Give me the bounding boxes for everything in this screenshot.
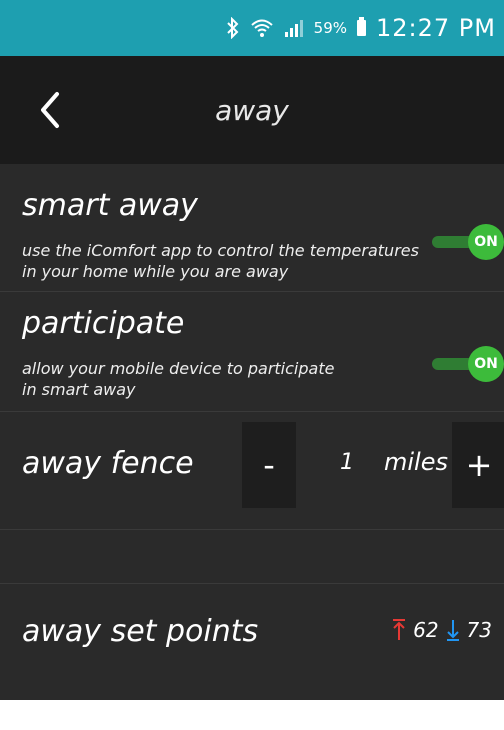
bottom-strip (0, 700, 504, 730)
screen: 59% 12:27 PM away smart away use the iCo… (0, 0, 504, 730)
arrow-up-icon (391, 618, 407, 642)
low-set-point: 73 (466, 618, 492, 642)
away-set-points-title: away set points (22, 614, 259, 649)
bluetooth-icon (226, 17, 240, 39)
smart-away-title: smart away (22, 188, 198, 223)
smart-away-toggle[interactable]: ON (432, 224, 504, 260)
toggle-knob: ON (468, 346, 504, 382)
clock: 12:27 PM (376, 14, 496, 42)
battery-icon (357, 17, 367, 36)
page-title: away (215, 93, 289, 127)
arrow-down-icon (445, 618, 461, 642)
participate-description: allow your mobile device to participate … (22, 359, 335, 399)
away-fence-row: away fence - 1 miles + (0, 412, 504, 530)
increase-fence-button[interactable]: + (452, 422, 504, 508)
fence-value: 1 (340, 450, 354, 475)
smart-away-description: use the iComfort app to control the temp… (22, 241, 419, 281)
back-button[interactable] (28, 82, 72, 138)
participate-row: participate allow your mobile device to … (0, 292, 504, 412)
high-set-point: 62 (413, 618, 439, 642)
participate-toggle[interactable]: ON (432, 346, 504, 382)
app-bar: away (0, 56, 504, 164)
fence-unit: miles (384, 448, 448, 476)
empty-row (0, 530, 504, 584)
away-fence-title: away fence (22, 446, 194, 481)
set-points-values: 62 73 (391, 618, 492, 642)
decrease-fence-button[interactable]: - (242, 422, 296, 508)
battery-percentage: 59% (313, 19, 348, 37)
wifi-icon (250, 17, 274, 39)
chevron-left-icon (41, 92, 59, 128)
status-bar: 59% 12:27 PM (0, 0, 504, 56)
away-set-points-row[interactable]: away set points 62 73 (0, 584, 504, 700)
settings-list: smart away use the iComfort app to contr… (0, 164, 504, 700)
signal-icon (284, 18, 304, 38)
participate-title: participate (22, 306, 185, 341)
smart-away-row: smart away use the iComfort app to contr… (0, 164, 504, 292)
toggle-knob: ON (468, 224, 504, 260)
